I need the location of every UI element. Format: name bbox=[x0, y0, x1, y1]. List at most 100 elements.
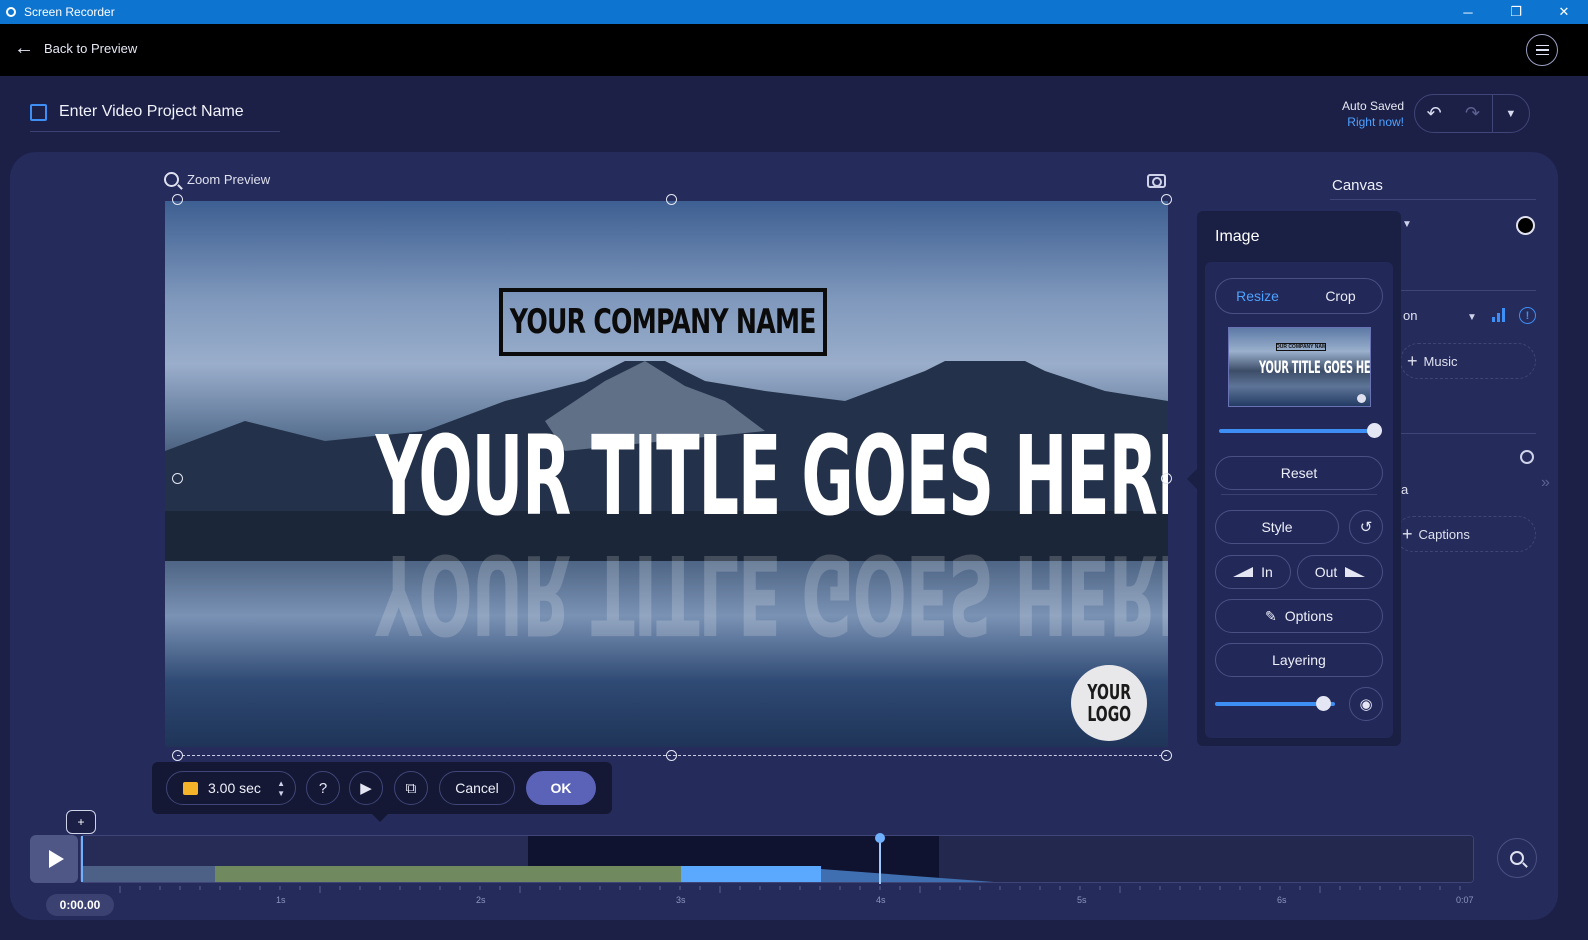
visibility-toggle[interactable]: ◉ bbox=[1349, 687, 1383, 721]
resize-handle-bottom-left[interactable] bbox=[172, 750, 183, 761]
tick-label: 0:07 bbox=[1456, 895, 1474, 905]
size-slider[interactable] bbox=[1219, 423, 1382, 438]
resize-handle-top-left[interactable] bbox=[172, 194, 183, 205]
resize-handle-right[interactable] bbox=[1161, 473, 1172, 484]
popup-title: Image bbox=[1215, 228, 1260, 245]
tab-crop[interactable]: Crop bbox=[1299, 279, 1382, 313]
add-captions-button[interactable]: + Captions bbox=[1395, 516, 1536, 552]
timeline-track[interactable] bbox=[80, 835, 1474, 883]
zoom-preview-button[interactable]: Zoom Preview bbox=[164, 172, 270, 187]
divider bbox=[1221, 494, 1377, 495]
reset-button[interactable]: Reset bbox=[1215, 456, 1383, 490]
resize-handle-bottom-right[interactable] bbox=[1161, 750, 1172, 761]
undo-redo-group: ↶ ↷ ▼ bbox=[1414, 94, 1530, 133]
resize-handle-bottom[interactable] bbox=[666, 750, 677, 761]
dropdown-caret-icon[interactable]: ▼ bbox=[1467, 312, 1477, 323]
cancel-button[interactable]: Cancel bbox=[439, 771, 515, 805]
undo-button[interactable]: ↶ bbox=[1415, 103, 1453, 124]
tick-label: 4s bbox=[876, 895, 886, 905]
chevron-right-icon[interactable]: » bbox=[1541, 474, 1550, 492]
camera-icon[interactable] bbox=[1147, 174, 1166, 188]
title-text[interactable]: YOUR TITLE GOES HERE bbox=[376, 413, 1168, 539]
plus-icon: + bbox=[1407, 350, 1418, 371]
animation-out-button[interactable]: Out bbox=[1297, 555, 1383, 589]
audio-waveform bbox=[81, 866, 215, 882]
redo-button[interactable]: ↷ bbox=[1453, 103, 1491, 124]
restore-button[interactable]: ❐ bbox=[1492, 0, 1540, 24]
layering-button[interactable]: Layering bbox=[1215, 643, 1383, 677]
close-button[interactable]: ✕ bbox=[1540, 0, 1588, 24]
help-button[interactable]: ? bbox=[306, 771, 340, 805]
hamburger-icon-line bbox=[1535, 44, 1549, 47]
canvas-color-swatch[interactable] bbox=[1516, 216, 1535, 235]
resize-handle-left[interactable] bbox=[172, 473, 183, 484]
app-icon bbox=[6, 7, 16, 17]
audio-waveform bbox=[681, 866, 821, 882]
history-dropdown-button[interactable]: ▼ bbox=[1491, 94, 1529, 133]
project-name-field[interactable]: Enter Video Project Name bbox=[30, 103, 280, 132]
logo-placeholder[interactable]: YOUR LOGO bbox=[1071, 665, 1147, 741]
options-button[interactable]: ✎ Options bbox=[1215, 599, 1383, 633]
current-time-display: 0:00.00 bbox=[46, 894, 114, 916]
cursor-icon[interactable] bbox=[1520, 450, 1534, 464]
duplicate-icon: ⧉ bbox=[405, 779, 417, 797]
hamburger-menu-button[interactable] bbox=[1526, 34, 1558, 66]
tick-label: 1s bbox=[276, 895, 286, 905]
style-button[interactable]: Style bbox=[1215, 510, 1339, 544]
duration-stepper[interactable]: 3.00 sec ▲ ▼ bbox=[166, 771, 296, 805]
resize-crop-toggle: Resize Crop bbox=[1215, 278, 1383, 314]
tick-label: 6s bbox=[1277, 895, 1287, 905]
edit-icon bbox=[30, 103, 47, 121]
info-icon[interactable]: ! bbox=[1519, 307, 1536, 324]
timeline-start-marker bbox=[81, 836, 83, 882]
playhead-handle[interactable] bbox=[875, 833, 885, 843]
opacity-slider[interactable] bbox=[1215, 696, 1335, 711]
play-icon: ▶ bbox=[360, 780, 372, 797]
slider-knob[interactable] bbox=[1316, 696, 1331, 711]
window-titlebar: Screen Recorder ─ ❐ ✕ bbox=[0, 0, 1588, 24]
fade-out-icon bbox=[1345, 567, 1366, 577]
image-thumbnail: YOUR COMPANY NAME YOUR TITLE GOES HERE bbox=[1228, 327, 1371, 407]
logo-text-line2: LOGO bbox=[1087, 702, 1131, 726]
thumb-title-text: YOUR TITLE GOES HERE bbox=[1259, 358, 1371, 378]
ruler-ticks bbox=[119, 886, 1461, 893]
history-icon: ↺ bbox=[1359, 519, 1373, 536]
plus-icon: + bbox=[1402, 523, 1413, 544]
title-reflection: YOUR TITLE GOES HERE bbox=[375, 530, 1168, 658]
in-label: In bbox=[1261, 564, 1273, 580]
stepper-arrows-icon[interactable]: ▲ ▼ bbox=[277, 779, 285, 799]
play-clip-button[interactable]: ▶ bbox=[349, 771, 383, 805]
timeline-play-button[interactable] bbox=[30, 835, 78, 883]
window-title: Screen Recorder bbox=[24, 5, 115, 19]
magic-wand-icon: ✎ bbox=[1265, 607, 1277, 624]
out-label: Out bbox=[1314, 564, 1338, 580]
add-marker-button[interactable]: + bbox=[66, 810, 96, 834]
audio-levels-icon[interactable] bbox=[1492, 308, 1505, 322]
history-button[interactable]: ↺ bbox=[1349, 510, 1383, 544]
company-name-box[interactable]: YOUR COMPANY NAME bbox=[499, 288, 827, 356]
options-label: Options bbox=[1284, 608, 1333, 624]
hamburger-icon-line bbox=[1535, 49, 1549, 51]
tick-label: 5s bbox=[1077, 895, 1087, 905]
slider-knob[interactable] bbox=[1367, 423, 1382, 438]
audio-section-label: on bbox=[1403, 308, 1418, 323]
timeline-ruler bbox=[119, 886, 1461, 893]
resize-handle-top[interactable] bbox=[666, 194, 677, 205]
animation-in-button[interactable]: In bbox=[1215, 555, 1291, 589]
project-name: Enter Video Project Name bbox=[59, 103, 244, 120]
canvas-section-title: Canvas bbox=[1332, 177, 1383, 194]
divider bbox=[1400, 290, 1536, 291]
minimize-button[interactable]: ─ bbox=[1444, 0, 1492, 24]
duplicate-button[interactable]: ⧉ bbox=[394, 771, 428, 805]
timeline-zoom-button[interactable] bbox=[1497, 838, 1537, 878]
add-music-button[interactable]: + Music bbox=[1400, 343, 1536, 379]
video-preview[interactable]: YOUR COMPANY NAME YOUR TITLE GOES HERE Y… bbox=[165, 201, 1168, 747]
playhead[interactable] bbox=[879, 838, 881, 884]
resize-handle-top-right[interactable] bbox=[1161, 194, 1172, 205]
back-to-preview-button[interactable]: ← Back to Preview bbox=[14, 38, 137, 58]
dropdown-caret-icon[interactable]: ▼ bbox=[1402, 219, 1412, 230]
save-status: Auto Saved Right now! bbox=[1306, 98, 1404, 130]
ok-button[interactable]: OK bbox=[526, 771, 596, 805]
tab-resize[interactable]: Resize bbox=[1216, 279, 1299, 313]
timeline-clip[interactable] bbox=[939, 836, 1473, 882]
